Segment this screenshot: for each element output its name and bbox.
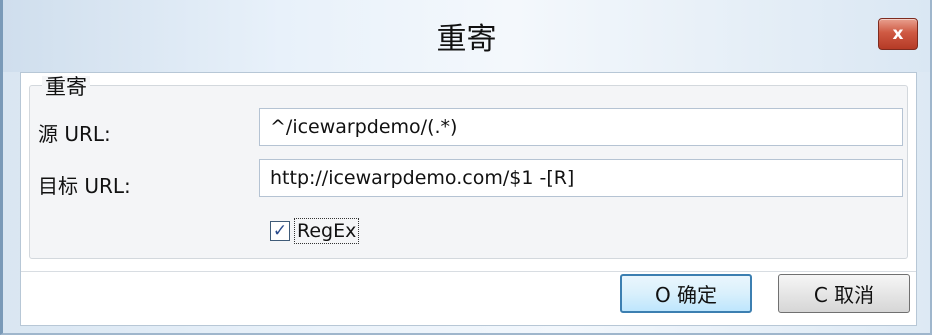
target-url-label: 目标 URL: bbox=[38, 174, 131, 198]
dialog-title: 重寄 bbox=[436, 22, 497, 57]
title-bar[interactable]: 重寄 x bbox=[3, 0, 930, 72]
ok-button[interactable]: O 确定 bbox=[620, 274, 752, 313]
target-url-input[interactable] bbox=[259, 159, 903, 197]
checkmark-icon: ✓ bbox=[272, 220, 288, 241]
dialog-content: 重寄 源 URL: 目标 URL: ✓ RegEx O 确定 C 取消 bbox=[20, 72, 917, 326]
source-url-label: 源 URL: bbox=[38, 122, 111, 146]
button-separator bbox=[21, 271, 916, 272]
regex-label[interactable]: RegEx bbox=[294, 218, 360, 244]
regex-checkbox-row[interactable]: ✓ RegEx bbox=[270, 216, 360, 246]
close-icon: x bbox=[892, 24, 904, 44]
source-url-input[interactable] bbox=[259, 108, 903, 146]
close-button[interactable]: x bbox=[878, 18, 918, 50]
dialog-window: 重寄 x 重寄 源 URL: 目标 URL: ✓ RegEx O 确定 C 取消 bbox=[0, 0, 932, 335]
redirect-groupbox: 重寄 源 URL: 目标 URL: ✓ RegEx bbox=[29, 76, 908, 259]
cancel-button[interactable]: C 取消 bbox=[778, 274, 910, 313]
groupbox-label: 重寄 bbox=[42, 76, 90, 98]
regex-checkbox[interactable]: ✓ bbox=[270, 221, 290, 241]
